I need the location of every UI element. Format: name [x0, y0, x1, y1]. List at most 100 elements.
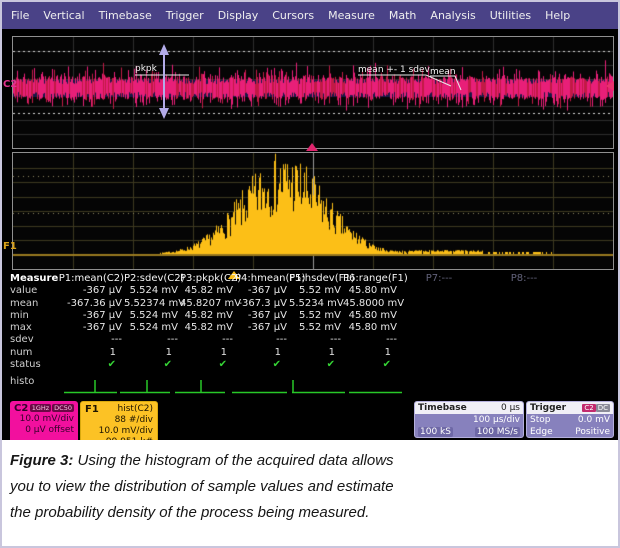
- status-check-p1: ✔: [58, 359, 124, 371]
- trigger-title: Trigger: [530, 403, 566, 413]
- c2-badge: 1GHz: [30, 404, 51, 412]
- param-header-p5[interactable]: P5:hsdev(F1): [289, 273, 343, 285]
- c2-badge: DC50: [52, 404, 74, 412]
- trigger-level: 0.0 mV: [578, 415, 610, 425]
- measure-cell: ---: [124, 334, 180, 346]
- param-header-p4[interactable]: P4:hmean(F1): [235, 273, 289, 285]
- histogram-grid: [12, 152, 614, 270]
- trigger-source-badge: C2: [582, 404, 595, 412]
- measure-row-label-num: num: [10, 347, 58, 359]
- pkpk-annotation: pkpk: [135, 64, 157, 74]
- measure-cell: 45.80 mV: [343, 310, 399, 322]
- c2-waveform-canvas: [13, 37, 613, 148]
- measure-cell: 5.524 mV: [124, 322, 180, 334]
- measure-cell: -367.36 µV: [58, 298, 124, 310]
- histicon-row: [2, 379, 618, 395]
- menu-item-analysis[interactable]: Analysis: [430, 9, 475, 22]
- param-header-p1[interactable]: P1:mean(C2): [58, 273, 124, 285]
- c2-coupling-badges: 1GHzDC50: [29, 403, 74, 414]
- param-header-p7[interactable]: P7:---: [399, 273, 479, 285]
- f1-bins-per-div: 88 #/div: [85, 415, 153, 426]
- menu-item-display[interactable]: Display: [218, 9, 259, 22]
- measure-cell: 5.52 mV: [289, 310, 343, 322]
- trigger-source-badges: C2DC: [582, 403, 610, 413]
- menu-item-measure[interactable]: Measure: [328, 9, 375, 22]
- trigger-mode: Stop: [530, 415, 550, 425]
- f1-trace-label: F1: [3, 241, 17, 252]
- measure-cell: -367 µV: [58, 285, 124, 297]
- scope-display: C2 pkpk mean +- 1 sdev mean F1 MeasureP1…: [2, 29, 618, 467]
- status-check-p4: ✔: [235, 359, 289, 371]
- measure-cell: 45.8000 mV: [343, 298, 399, 310]
- measure-cell: ---: [343, 334, 399, 346]
- timebase-title: Timebase: [418, 403, 467, 413]
- menu-item-trigger[interactable]: Trigger: [166, 9, 204, 22]
- trigger-time-marker-icon[interactable]: [306, 143, 318, 151]
- trigger-coupling-badge: DC: [596, 404, 610, 412]
- measure-cell-empty: [479, 359, 569, 371]
- f1-function-label: hist(C2): [118, 404, 153, 415]
- measure-cell-empty: [479, 322, 569, 334]
- menu-item-cursors[interactable]: Cursors: [272, 9, 314, 22]
- measure-cell: ---: [235, 334, 289, 346]
- measure-cell: -367.3 µV: [235, 298, 289, 310]
- measure-cell: ---: [289, 334, 343, 346]
- timebase-scale: 100 µs/div: [473, 415, 520, 425]
- caption-figure-number: Figure 3:: [10, 452, 78, 469]
- measure-row-label-mean: mean: [10, 298, 58, 310]
- measure-cell-empty: [399, 298, 479, 310]
- measure-cell: 5.524 mV: [124, 285, 180, 297]
- measure-cell: -367 µV: [58, 310, 124, 322]
- trigger-box[interactable]: Trigger C2DC Stop 0.0 mV Edge Positive: [526, 401, 614, 438]
- param-header-p3[interactable]: P3:pkpk(C2): [180, 273, 235, 285]
- measure-cell: 5.52 mV: [289, 285, 343, 297]
- measure-cell: 1: [289, 347, 343, 359]
- measure-table-title: Measure: [10, 273, 58, 285]
- measure-cell-empty: [399, 359, 479, 371]
- measure-row-label-status: status: [10, 359, 58, 371]
- mean-annotation: mean: [430, 67, 456, 77]
- measure-cell: 1: [343, 347, 399, 359]
- measure-cell: 45.8207 mV: [180, 298, 235, 310]
- c2-descriptor-box[interactable]: C2 1GHzDC50 10.0 mV/div 0 µV offset: [10, 401, 78, 445]
- measure-cell: ---: [58, 334, 124, 346]
- caption-line: Figure 3: Using the histogram of the acq…: [10, 448, 610, 474]
- menu-item-math[interactable]: Math: [389, 9, 417, 22]
- menu-item-utilities[interactable]: Utilities: [490, 9, 531, 22]
- measure-cell-empty: [399, 310, 479, 322]
- timebase-box[interactable]: Timebase 0 µs 100 µs/div 100 kS 100 MS/s: [414, 401, 524, 438]
- figure-caption: Figure 3: Using the histogram of the acq…: [2, 440, 618, 546]
- f1-histogram-canvas: [13, 153, 613, 269]
- waveform-grid: [12, 36, 614, 149]
- status-check-p2: ✔: [124, 359, 180, 371]
- menu-item-vertical[interactable]: Vertical: [43, 9, 84, 22]
- timebase-rate: 100 MS/s: [475, 427, 520, 437]
- status-check-p5: ✔: [289, 359, 343, 371]
- menu-item-help[interactable]: Help: [545, 9, 570, 22]
- histo-row-label: histo: [10, 376, 34, 387]
- trigger-slope: Positive: [575, 427, 610, 437]
- menu-item-timebase[interactable]: Timebase: [99, 9, 152, 22]
- measure-cell: 45.82 mV: [180, 310, 235, 322]
- measure-cell: -367 µV: [58, 322, 124, 334]
- measure-cell: ---: [180, 334, 235, 346]
- measure-cell: 1: [235, 347, 289, 359]
- measure-cell: 1: [124, 347, 180, 359]
- measure-cell: 45.80 mV: [343, 285, 399, 297]
- measure-cell: 45.82 mV: [180, 285, 235, 297]
- measure-row-label-sdev: sdev: [10, 334, 58, 346]
- param-header-p8[interactable]: P8:---: [479, 273, 569, 285]
- mean-sdev-annotation: mean +- 1 sdev: [358, 65, 430, 75]
- c2-volts-per-div: 10.0 mV/div: [14, 414, 74, 425]
- param-header-p6[interactable]: P6:range(F1): [343, 273, 399, 285]
- caption-line: the probability density of the process b…: [10, 500, 610, 526]
- measure-cell-empty: [399, 285, 479, 297]
- menu-item-file[interactable]: File: [11, 9, 29, 22]
- param-header-p2[interactable]: P2:sdev(C2): [124, 273, 180, 285]
- measure-cell: 5.52374 mV: [124, 298, 180, 310]
- measure-cell-empty: [479, 334, 569, 346]
- f1-volts-per-div: 10.0 mV/div: [85, 426, 153, 437]
- trigger-level-marker-icon[interactable]: [606, 81, 614, 91]
- trigger-type: Edge: [530, 427, 553, 437]
- oscilloscope-screenshot: File Vertical Timebase Trigger Display Cursor…: [0, 0, 620, 548]
